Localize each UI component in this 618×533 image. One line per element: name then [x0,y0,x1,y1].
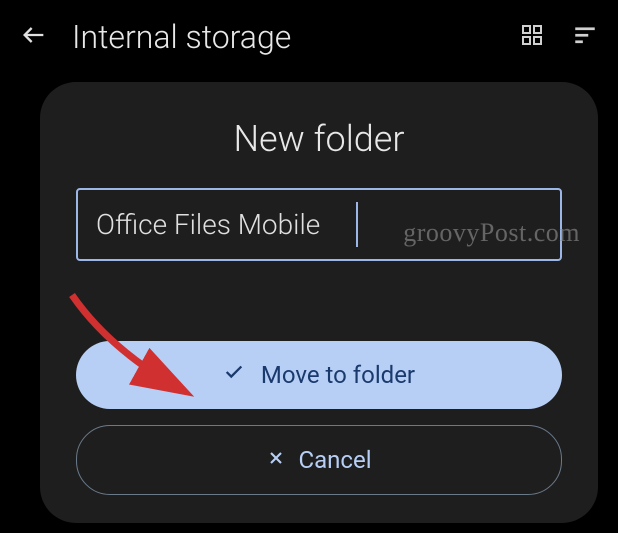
secondary-button-label: Cancel [298,446,371,474]
new-folder-dialog: New folder Move to folder Cancel [40,82,598,523]
sort-icon[interactable] [572,22,598,52]
back-arrow-icon[interactable] [20,21,48,53]
primary-button-label: Move to folder [261,361,415,389]
dialog-title: New folder [76,118,562,160]
header-actions [520,22,598,52]
app-header: Internal storage [0,0,618,74]
page-title: Internal storage [72,18,496,56]
move-to-folder-button[interactable]: Move to folder [76,341,562,409]
folder-name-input-wrap [76,188,562,261]
cancel-button[interactable]: Cancel [76,425,562,495]
close-icon [266,446,286,474]
view-grid-icon[interactable] [520,23,544,51]
text-cursor-icon [356,202,358,247]
folder-name-input[interactable] [76,188,562,261]
check-icon [223,361,245,389]
